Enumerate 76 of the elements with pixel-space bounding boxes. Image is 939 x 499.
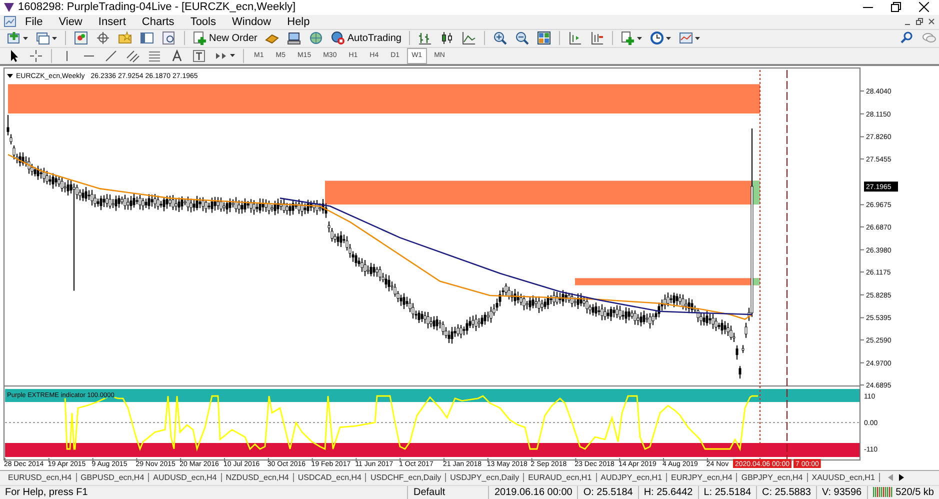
line-chart-icon[interactable] bbox=[462, 31, 476, 46]
tester-icon[interactable] bbox=[162, 31, 176, 46]
status-open: O: 25.5184 bbox=[577, 486, 638, 499]
restore-icon[interactable] bbox=[915, 17, 924, 26]
menu-item[interactable]: Window bbox=[225, 16, 278, 28]
caret-icon[interactable] bbox=[695, 36, 700, 40]
chart-tab[interactable]: EURJPY_ecn,H4 bbox=[667, 473, 738, 482]
status-time: 2019.06.16 00:00 bbox=[488, 486, 578, 499]
restore-icon[interactable] bbox=[891, 2, 901, 12]
chart-tab[interactable]: EURAUD_ecn,H1 bbox=[524, 473, 597, 482]
add-indicator-icon[interactable] bbox=[621, 31, 636, 46]
caret-icon[interactable] bbox=[52, 36, 57, 40]
text-tool-icon[interactable] bbox=[170, 48, 184, 63]
status-profile: Default bbox=[407, 486, 488, 499]
menu-item[interactable]: Tools bbox=[183, 16, 223, 28]
chart-tab[interactable]: USDCAD_ecn,H4 bbox=[294, 473, 366, 482]
new-order-icon bbox=[193, 31, 207, 46]
auto-scroll-icon[interactable] bbox=[590, 31, 604, 46]
monitor-icon[interactable] bbox=[287, 31, 302, 46]
new-order-button[interactable]: New Order bbox=[190, 30, 260, 47]
close-icon[interactable] bbox=[919, 2, 929, 12]
folder-star-icon[interactable] bbox=[118, 31, 132, 46]
market-watch-icon[interactable] bbox=[74, 31, 88, 46]
chart-tab[interactable]: USDCHF_ecn,Daily bbox=[366, 473, 446, 482]
candlestick-icon[interactable] bbox=[440, 31, 454, 46]
chart-tab[interactable]: GBPUSD_ecn,H4 bbox=[76, 473, 150, 482]
zoom-in-icon[interactable] bbox=[493, 31, 508, 46]
chart-tab[interactable]: XAUUSD_ecn,H1 bbox=[808, 473, 880, 482]
status-help: For Help, press F1 bbox=[4, 486, 89, 499]
caret-icon[interactable] bbox=[666, 36, 672, 40]
caret-icon[interactable] bbox=[637, 36, 642, 40]
menu-item[interactable]: Help bbox=[280, 16, 317, 28]
text-label-icon[interactable] bbox=[192, 48, 206, 63]
chart-tab[interactable]: GBPJPY_ecn,H4 bbox=[737, 473, 808, 482]
menu-item[interactable]: View bbox=[52, 16, 90, 28]
status-high: H: 25.6442 bbox=[638, 486, 698, 499]
globe-icon[interactable] bbox=[309, 31, 324, 46]
chat-icon[interactable] bbox=[922, 31, 936, 46]
search-icon[interactable] bbox=[900, 31, 914, 46]
logo-icon bbox=[4, 2, 14, 12]
zoom-out-icon[interactable] bbox=[515, 31, 530, 46]
trendline-icon[interactable] bbox=[104, 48, 118, 63]
chart-tab[interactable]: NZDUSD_ecn,H4 bbox=[222, 473, 294, 482]
chart-tab[interactable]: AUDJPY_ecn,H1 bbox=[596, 473, 668, 482]
status-volume: V: 93596 bbox=[816, 486, 867, 499]
status-low: L: 25.5184 bbox=[698, 486, 756, 499]
menu-item[interactable]: Charts bbox=[134, 16, 182, 28]
crosshair-icon[interactable] bbox=[29, 48, 43, 63]
close-icon[interactable] bbox=[927, 17, 936, 26]
bar-chart-icon[interactable] bbox=[418, 31, 432, 46]
template-icon[interactable] bbox=[679, 31, 694, 46]
terminal-icon[interactable] bbox=[140, 31, 154, 46]
menu-item[interactable]: Insert bbox=[91, 16, 133, 28]
clock-icon[interactable] bbox=[650, 31, 664, 46]
chart-tab[interactable]: AUDUSD_ecn,H4 bbox=[149, 473, 222, 482]
profiles-icon[interactable] bbox=[36, 31, 50, 46]
crosshair-icon[interactable] bbox=[96, 31, 110, 46]
new-chart-icon[interactable] bbox=[7, 31, 21, 46]
dropdown-icon[interactable] bbox=[7, 74, 13, 78]
chart-shift-icon[interactable] bbox=[568, 31, 582, 46]
status-traffic: 520/5 kb bbox=[896, 486, 934, 498]
window-title: 1608298: PurpleTrading-04Live - [EURCZK_ecn,Weekly] bbox=[18, 1, 297, 14]
chart-tab[interactable]: EURUSD_ecn,H4 bbox=[4, 473, 77, 482]
caret-icon[interactable] bbox=[230, 54, 235, 58]
channel-icon[interactable] bbox=[126, 48, 140, 63]
chart-tab[interactable]: USDJPY_ecn,Daily bbox=[446, 473, 524, 482]
tile-windows-icon[interactable] bbox=[537, 31, 552, 46]
menu-item[interactable]: File bbox=[18, 16, 50, 28]
robot-stop-icon bbox=[331, 31, 346, 46]
traffic-bars-icon bbox=[872, 487, 893, 498]
status-close: C: 25.5883 bbox=[756, 486, 816, 499]
caret-icon[interactable] bbox=[23, 36, 28, 40]
chart-window-icon bbox=[4, 16, 16, 28]
scroll-right-icon[interactable] bbox=[898, 474, 904, 482]
fibonacci-icon[interactable] bbox=[148, 48, 162, 63]
auto-trading-button[interactable]: AutoTrading bbox=[328, 30, 404, 47]
